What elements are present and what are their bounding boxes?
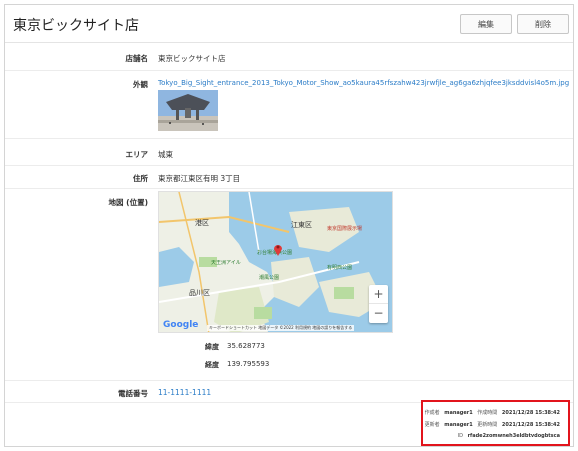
created-by-value: manager1: [444, 410, 473, 416]
map-marker-icon[interactable]: [273, 242, 283, 256]
record-id-label: ID: [457, 433, 463, 439]
meta-id: ID rfade2zomwneh3eldbtvdogbtsca: [458, 433, 560, 439]
map-place-ariake: 有明西公園: [327, 265, 353, 271]
page-header: 東京ビックサイト店 編集 削除: [5, 5, 573, 43]
zoom-in-button[interactable]: +: [369, 285, 388, 304]
map-place-shinagawa: 品川区: [189, 289, 210, 297]
record-id-value: rfade2zomwneh3eldbtvdogbtsca: [467, 433, 560, 439]
updated-by-label: 更新者: [424, 422, 440, 428]
address-label: 住所: [133, 174, 148, 183]
map-place-minato: 港区: [195, 219, 209, 227]
map-attribution[interactable]: キーボードショートカット 地図データ ©2022 利用規約 地図の誤りを報告する: [207, 325, 355, 331]
created-at-label: 作成時間: [477, 410, 498, 416]
map-zoom-control: + −: [369, 285, 388, 323]
delete-button[interactable]: 削除: [517, 14, 569, 34]
longitude-value: 139.795593: [227, 360, 270, 368]
store-name-label: 店舗名: [125, 54, 149, 63]
longitude-label: 経度: [205, 361, 219, 369]
row-area: エリア 城東: [5, 139, 573, 166]
exterior-label: 外観: [133, 80, 148, 89]
area-value: 城東: [158, 150, 173, 159]
map-place-bigsight: 東京国際展示場: [327, 226, 363, 232]
row-exterior: 外観 Tokyo_Big_Sight_entrance_2013_Tokyo_M…: [5, 71, 573, 139]
created-at-value: 2021/12/28 15:38:42: [501, 410, 560, 416]
phone-label: 電話番号: [118, 389, 148, 398]
map-place-koto: 江東区: [291, 221, 312, 229]
store-name-value: 東京ビックサイト店: [158, 54, 226, 63]
latitude-label: 緯度: [205, 343, 219, 351]
edit-button[interactable]: 編集: [460, 14, 512, 34]
updated-at-value: 2021/12/28 15:38:42: [501, 422, 560, 428]
row-store-name: 店舗名 東京ビックサイト店: [5, 43, 573, 71]
map-place-shiokaze: 潮風公園: [259, 275, 280, 281]
area-label: エリア: [125, 150, 149, 159]
updated-at-label: 更新時間: [477, 422, 498, 428]
updated-by-value: manager1: [444, 422, 473, 428]
page-title: 東京ビックサイト店: [13, 18, 139, 34]
phone-link[interactable]: 11-1111-1111: [158, 388, 211, 397]
latitude-value: 35.628773: [227, 342, 265, 350]
exterior-file-link[interactable]: Tokyo_Big_Sight_entrance_2013_Tokyo_Moto…: [158, 79, 569, 87]
meta-updated: 更新者 manager1 更新時間 2021/12/28 15:38:42: [425, 421, 560, 428]
address-value: 東京都江東区有明 3丁目: [158, 174, 241, 183]
map-place-tennozu: 天王洲アイル: [211, 260, 241, 266]
row-address: 住所 東京都江東区有明 3丁目: [5, 166, 573, 189]
exterior-thumbnail[interactable]: [158, 90, 218, 131]
google-logo: Google: [163, 320, 199, 330]
created-by-label: 作成者: [424, 410, 440, 416]
zoom-out-button[interactable]: −: [369, 304, 388, 322]
map-embed[interactable]: 港区 江東区 東京国際展示場 品川区 天王洲アイル 有明西公園 潮風公園 お台場…: [158, 191, 393, 333]
map-label: 地図 (位置): [108, 198, 148, 207]
record-metadata: 作成者 manager1 作成時間 2021/12/28 15:38:42 更新…: [421, 400, 570, 446]
meta-created: 作成者 manager1 作成時間 2021/12/28 15:38:42: [425, 409, 560, 416]
detail-panel: 東京ビックサイト店 編集 削除 店舗名 東京ビックサイト店 外観 Tokyo_B…: [4, 4, 574, 447]
